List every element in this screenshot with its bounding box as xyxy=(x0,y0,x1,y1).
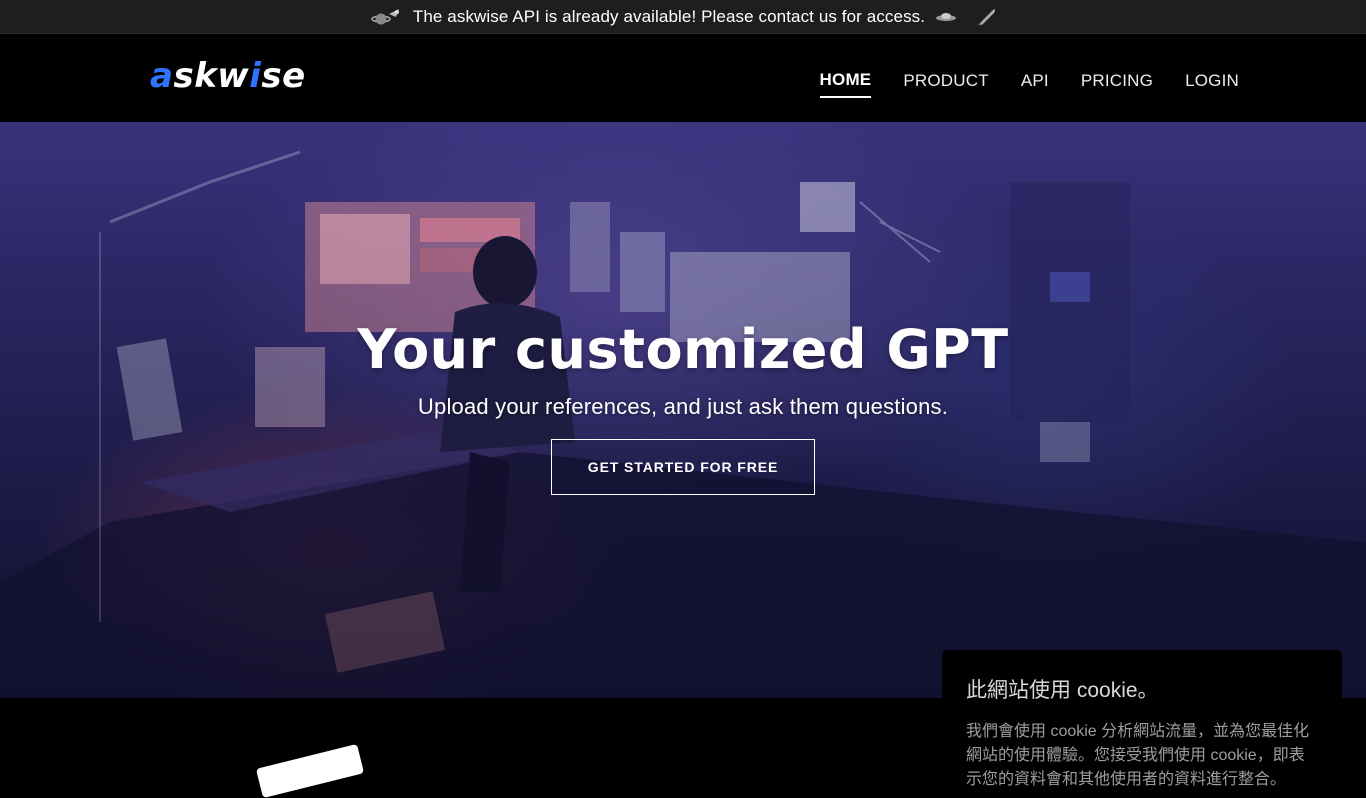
nav-api[interactable]: API xyxy=(1021,71,1049,97)
nav-login[interactable]: LOGIN xyxy=(1185,71,1239,97)
planet-icon xyxy=(369,6,403,28)
announcement-bar: The askwise API is already available! Pl… xyxy=(0,0,1366,34)
announcement-text: The askwise API is already available! Pl… xyxy=(412,6,926,26)
logo-letters-skw: skw xyxy=(173,56,250,96)
hero-section: Your customized GPT Upload your referenc… xyxy=(0,122,1366,698)
cookie-banner: 此網站使用 cookie。 我們會使用 cookie 分析網站流量，並為您最佳化… xyxy=(942,650,1342,790)
rocket-icon xyxy=(977,8,997,26)
flying-saucer-icon xyxy=(935,10,957,24)
hero-subtitle: Upload your references, and just ask the… xyxy=(417,394,949,419)
cookie-title: 此網站使用 cookie。 xyxy=(966,679,1159,702)
askwise-logo[interactable]: askwise xyxy=(150,56,306,96)
tilted-card-preview xyxy=(255,743,365,798)
nav-product[interactable]: PRODUCT xyxy=(903,71,988,97)
site-header: askwise HOME PRODUCT API PRICING LOGIN xyxy=(0,34,1366,122)
logo-letter-a: a xyxy=(150,56,174,96)
get-started-button[interactable]: GET STARTED FOR FREE xyxy=(551,439,815,495)
main-nav: HOME PRODUCT API PRICING LOGIN xyxy=(819,70,1239,98)
hero-title: Your customized GPT xyxy=(357,318,1009,381)
cookie-text: 我們會使用 cookie 分析網站流量，並為您最佳化網站的使用體驗。您接受我們使… xyxy=(966,723,1310,788)
logo-letters-se: se xyxy=(261,56,306,96)
nav-pricing[interactable]: PRICING xyxy=(1081,71,1153,97)
logo-letter-i: i xyxy=(249,56,262,96)
nav-home[interactable]: HOME xyxy=(819,70,872,98)
